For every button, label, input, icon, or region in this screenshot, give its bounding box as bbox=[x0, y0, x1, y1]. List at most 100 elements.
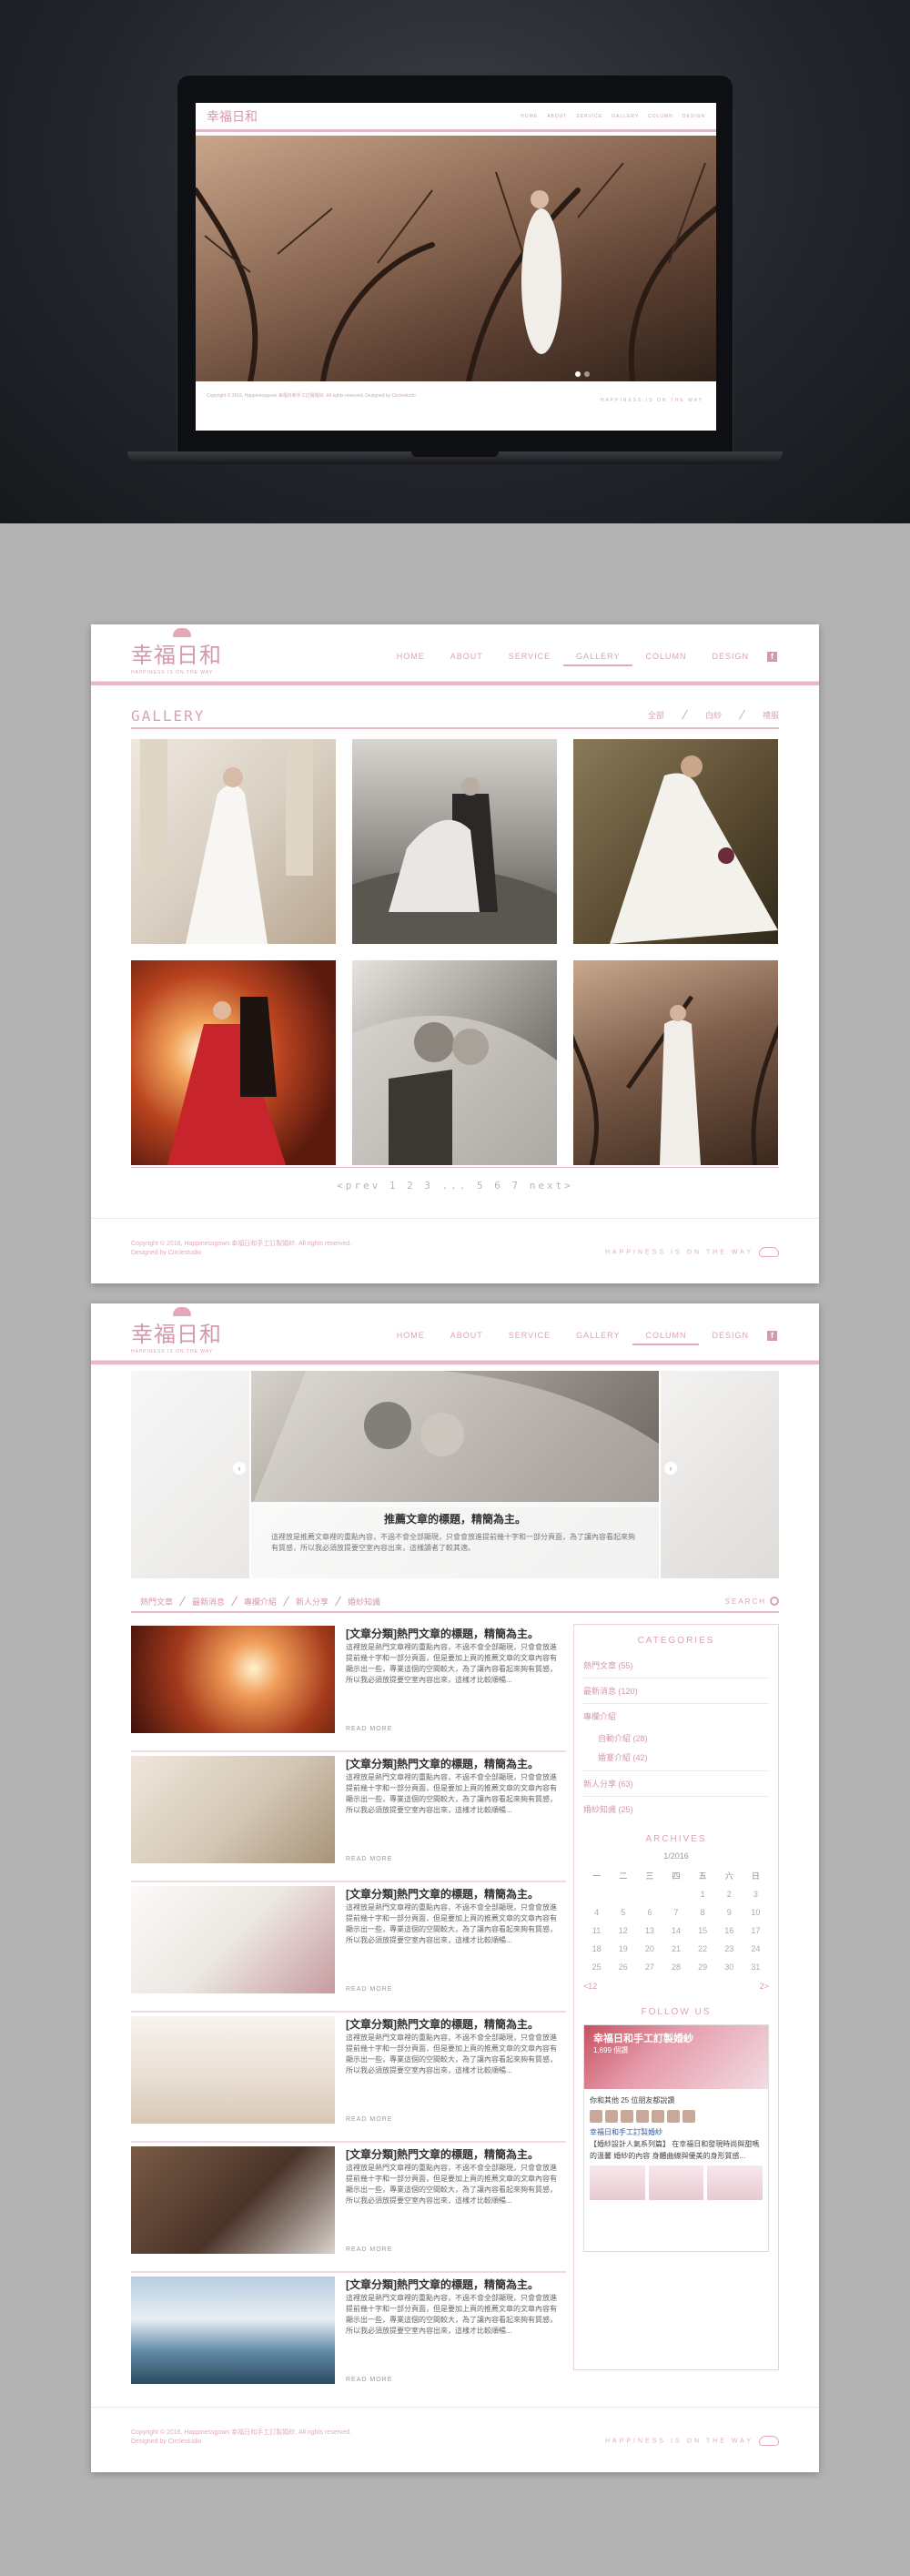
article-title[interactable]: [文章分類]熱門文章的標題，精簡為主。 bbox=[346, 1756, 539, 1771]
post-image[interactable] bbox=[707, 2165, 763, 2200]
search-button[interactable]: SEARCH bbox=[725, 1597, 779, 1606]
calendar-day[interactable]: 3 bbox=[743, 1885, 769, 1903]
calendar-day[interactable]: 26 bbox=[610, 1958, 636, 1976]
facebook-page-name[interactable]: 幸福日和手工訂製婚紗 bbox=[593, 2031, 693, 2045]
nav-design[interactable]: DESIGN bbox=[699, 652, 762, 666]
article-title[interactable]: [文章分類]熱門文章的標題，精簡為主。 bbox=[346, 2016, 539, 2032]
sidebar-subitem[interactable]: 自動介紹 (28) bbox=[583, 1729, 769, 1748]
article-title[interactable]: [文章分類]熱門文章的標題，精簡為主。 bbox=[346, 2277, 539, 2292]
gallery-photo[interactable] bbox=[131, 960, 336, 1165]
mini-nav-home[interactable]: HOME bbox=[521, 114, 538, 119]
calendar-day[interactable]: 4 bbox=[583, 1903, 610, 1922]
calendar-day[interactable]: 17 bbox=[743, 1922, 769, 1940]
article-thumbnail[interactable] bbox=[131, 2277, 335, 2384]
facebook-icon[interactable]: f bbox=[767, 652, 777, 662]
calendar-day[interactable]: 30 bbox=[716, 1958, 743, 1976]
article-title[interactable]: [文章分類]熱門文章的標題，精簡為主。 bbox=[346, 1886, 539, 1902]
post-image[interactable] bbox=[648, 2165, 704, 2200]
logo[interactable]: 幸福日和 HAPPINESS IS ON THE WAY bbox=[131, 1307, 222, 1354]
read-more-link[interactable]: READ MORE bbox=[346, 2377, 392, 2383]
sidebar-item[interactable]: 婚紗知識 (25) bbox=[583, 1797, 769, 1821]
nav-service[interactable]: SERVICE bbox=[496, 652, 563, 666]
filter-white-gown[interactable]: 白紗 bbox=[705, 709, 722, 721]
facebook-widget[interactable]: 幸福日和手工訂製婚紗 1,699 個讚 你和其他 25 位朋友都說讚 幸福日和手… bbox=[583, 2024, 769, 2252]
article-thumbnail[interactable] bbox=[131, 1756, 335, 1863]
read-more-link[interactable]: READ MORE bbox=[346, 2116, 392, 2123]
sidebar-item[interactable]: 熱門文章 (55) bbox=[583, 1653, 769, 1678]
article-thumbnail[interactable] bbox=[131, 1886, 335, 1993]
article-title[interactable]: [文章分類]熱門文章的標題，精簡為主。 bbox=[346, 1626, 539, 1641]
list-item[interactable]: [文章分類]熱門文章的標題，精簡為主。 這裡放是熱門文章裡的重點內容，不過不會全… bbox=[131, 1884, 566, 2013]
calendar-day[interactable]: 29 bbox=[690, 1958, 716, 1976]
article-thumbnail[interactable] bbox=[131, 1626, 335, 1733]
list-item[interactable]: [文章分類]熱門文章的標題，精簡為主。 這裡放是熱門文章裡的重點內容，不過不會全… bbox=[131, 1624, 566, 1752]
list-item[interactable]: [文章分類]熱門文章的標題，精簡為主。 這裡放是熱門文章裡的重點內容，不過不會全… bbox=[131, 2275, 566, 2403]
gallery-photo[interactable] bbox=[573, 960, 778, 1165]
mini-nav-design[interactable]: DESIGN bbox=[682, 114, 705, 119]
gallery-photo[interactable] bbox=[573, 739, 778, 944]
calendar-day[interactable]: 9 bbox=[716, 1903, 743, 1922]
nav-gallery[interactable]: GALLERY bbox=[563, 652, 633, 666]
calendar-day[interactable]: 19 bbox=[610, 1940, 636, 1958]
calendar-prev[interactable]: <12 bbox=[583, 1982, 597, 1991]
calendar-day[interactable]: 15 bbox=[690, 1922, 716, 1940]
calendar-day[interactable]: 16 bbox=[716, 1922, 743, 1940]
post-image[interactable] bbox=[590, 2165, 645, 2200]
list-item[interactable]: [文章分類]熱門文章的標題，精簡為主。 這裡放是熱門文章裡的重點內容，不過不會全… bbox=[131, 2145, 566, 2273]
sidebar-item[interactable]: 專欄介紹 bbox=[583, 1704, 769, 1729]
nav-about[interactable]: ABOUT bbox=[438, 652, 496, 666]
slide-next[interactable] bbox=[661, 1371, 779, 1578]
nav-service[interactable]: SERVICE bbox=[496, 1331, 563, 1345]
calendar-day[interactable]: 2 bbox=[716, 1885, 743, 1903]
calendar-day[interactable]: 8 bbox=[690, 1903, 716, 1922]
nav-about[interactable]: ABOUT bbox=[438, 1331, 496, 1345]
calendar-day[interactable]: 7 bbox=[662, 1903, 689, 1922]
chevron-left-icon[interactable]: ‹ bbox=[233, 1462, 246, 1475]
calendar-day[interactable]: 31 bbox=[743, 1958, 769, 1976]
chevron-right-icon[interactable]: › bbox=[664, 1462, 677, 1475]
nav-column[interactable]: COLUMN bbox=[632, 652, 699, 666]
nav-home[interactable]: HOME bbox=[384, 652, 438, 666]
mini-nav-gallery[interactable]: GALLERY bbox=[612, 114, 639, 119]
read-more-link[interactable]: READ MORE bbox=[346, 1726, 392, 1732]
slide-prev[interactable] bbox=[131, 1371, 249, 1578]
nav-column[interactable]: COLUMN bbox=[632, 1331, 700, 1345]
pagination[interactable]: <prev 1 2 3 ... 5 6 7 next> bbox=[91, 1180, 819, 1192]
article-thumbnail[interactable] bbox=[131, 2146, 335, 2254]
designed-by-text[interactable]: Designed by Circlestudio bbox=[131, 1249, 351, 1258]
gallery-photo[interactable] bbox=[352, 739, 557, 944]
tab-column-intro[interactable]: 專欄介紹 bbox=[235, 1596, 286, 1607]
calendar-day[interactable]: 18 bbox=[583, 1940, 610, 1958]
slide-current[interactable]: 推薦文章的標題，精簡為主。 這裡放是推薦文章裡的重點內容，不過不會全部顯現，只會… bbox=[251, 1371, 659, 1578]
filter-evening-dress[interactable]: 禮服 bbox=[763, 709, 779, 721]
read-more-link[interactable]: READ MORE bbox=[346, 1986, 392, 1993]
calendar-day[interactable]: 27 bbox=[636, 1958, 662, 1976]
calendar-day[interactable]: 21 bbox=[662, 1940, 689, 1958]
calendar-day[interactable]: 23 bbox=[716, 1940, 743, 1958]
calendar-day[interactable]: 5 bbox=[610, 1903, 636, 1922]
sidebar-subitem[interactable]: 婚宴介紹 (42) bbox=[583, 1748, 769, 1771]
nav-design[interactable]: DESIGN bbox=[699, 1331, 762, 1345]
calendar-day[interactable]: 12 bbox=[610, 1922, 636, 1940]
list-item[interactable]: [文章分類]熱門文章的標題，精簡為主。 這裡放是熱門文章裡的重點內容，不過不會全… bbox=[131, 1754, 566, 1882]
article-title[interactable]: [文章分類]熱門文章的標題，精簡為主。 bbox=[346, 2146, 539, 2162]
calendar-day[interactable]: 14 bbox=[662, 1922, 689, 1940]
tab-wedding-knowledge[interactable]: 婚紗知識 bbox=[339, 1596, 389, 1607]
sidebar-item[interactable]: 新人分享 (63) bbox=[583, 1771, 769, 1797]
filter-all[interactable]: 全部 bbox=[648, 709, 664, 721]
tab-hot-articles[interactable]: 熱門文章 bbox=[131, 1596, 182, 1607]
mini-nav-column[interactable]: COLUMN bbox=[648, 114, 673, 119]
calendar-day[interactable]: 28 bbox=[662, 1958, 689, 1976]
calendar-day[interactable]: 25 bbox=[583, 1958, 610, 1976]
tab-couple-stories[interactable]: 新人分享 bbox=[287, 1596, 338, 1607]
calendar-day[interactable]: 24 bbox=[743, 1940, 769, 1958]
gallery-photo[interactable] bbox=[352, 960, 557, 1165]
mini-nav-service[interactable]: SERVICE bbox=[576, 114, 602, 119]
calendar-day[interactable]: 11 bbox=[583, 1922, 610, 1940]
calendar-day[interactable]: 22 bbox=[690, 1940, 716, 1958]
slide-title[interactable]: 推薦文章的標題，精簡為主。 bbox=[271, 1511, 639, 1526]
read-more-link[interactable]: READ MORE bbox=[346, 1856, 392, 1862]
list-item[interactable]: [文章分類]熱門文章的標題，精簡為主。 這裡放是熱門文章裡的重點內容，不過不會全… bbox=[131, 2014, 566, 2143]
calendar-day[interactable]: 20 bbox=[636, 1940, 662, 1958]
calendar-day[interactable]: 1 bbox=[690, 1885, 716, 1903]
